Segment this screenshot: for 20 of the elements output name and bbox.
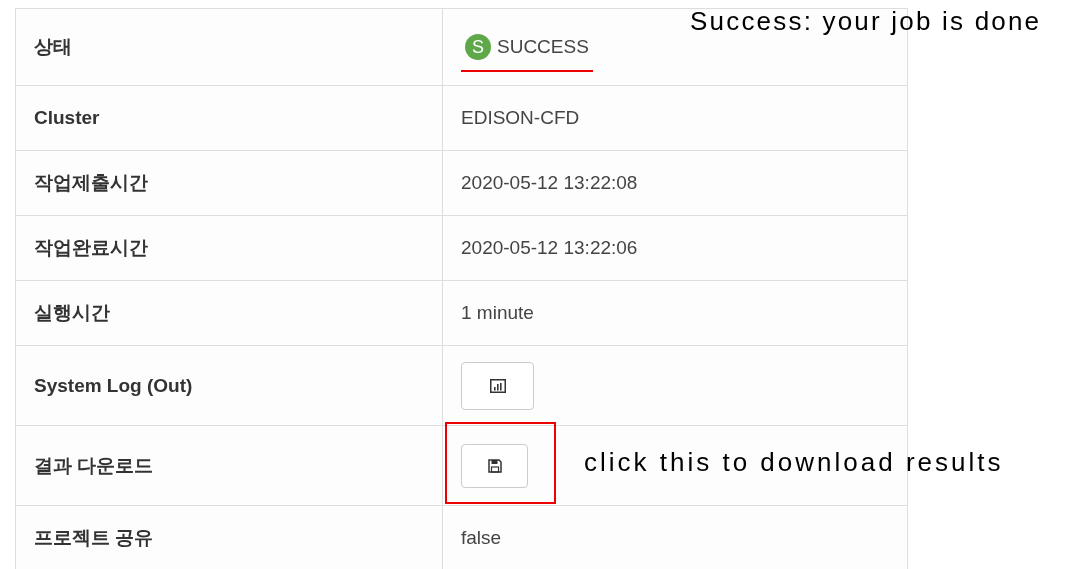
download-button[interactable] — [461, 443, 528, 488]
row-label: 실행시간 — [34, 302, 110, 323]
row-label: 작업제출시간 — [34, 172, 148, 193]
row-value: false — [461, 527, 502, 548]
row-value: 2020-05-12 13:22:06 — [461, 237, 638, 258]
log-button[interactable] — [461, 361, 534, 410]
status-text: SUCCESS — [497, 36, 589, 58]
row-label: System Log (Out) — [34, 374, 193, 396]
status-badge: S — [465, 34, 491, 60]
row-label: 상태 — [34, 36, 72, 57]
row-label: 프로젝트 공유 — [34, 527, 154, 548]
row-label: 결과 다운로드 — [34, 454, 154, 476]
row-value: EDISON-CFD — [461, 107, 580, 128]
row-label: Cluster — [34, 107, 100, 128]
bar-chart-icon — [489, 378, 506, 393]
row-value: 2020-05-12 13:22:08 — [461, 172, 638, 193]
annotation-text: click this to download results — [584, 447, 1004, 478]
row-label: 작업완료시간 — [34, 237, 148, 258]
row-value: 1 minute — [461, 302, 534, 323]
annotation-text: Success: your job is done — [690, 6, 1042, 37]
